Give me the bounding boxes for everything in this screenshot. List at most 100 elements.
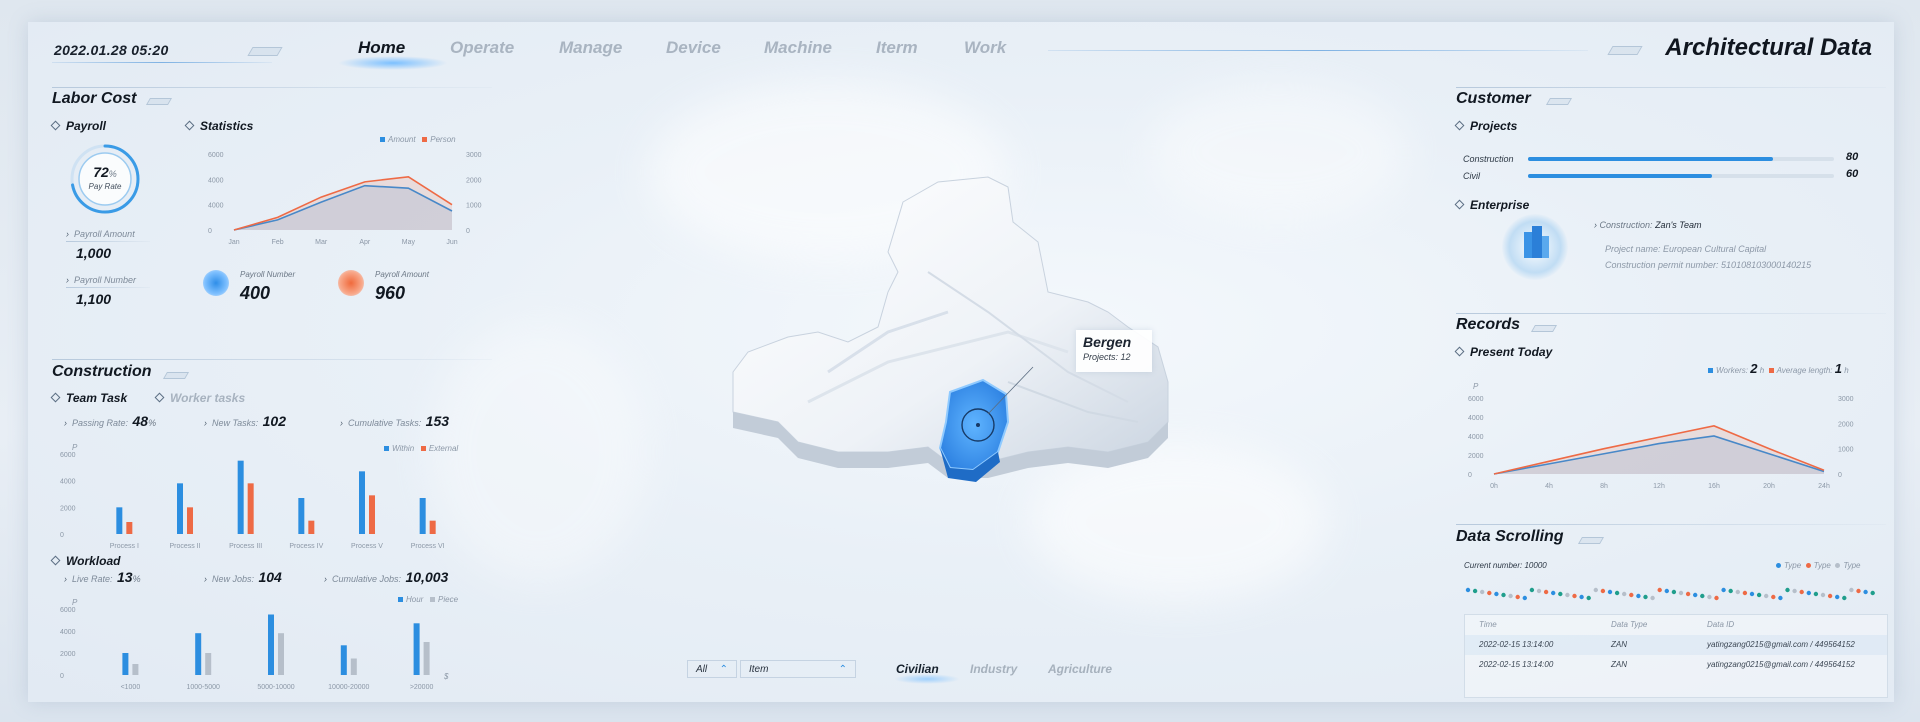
x-tick-label: Process VI xyxy=(411,543,445,550)
bar xyxy=(278,633,284,675)
bar xyxy=(423,642,430,675)
x-tick-label: 10000-20000 xyxy=(328,684,369,691)
data-dot xyxy=(1735,589,1740,595)
nav-iterm[interactable]: Iterm xyxy=(876,38,918,58)
projects-label: Projects xyxy=(1456,119,1517,133)
bar xyxy=(298,498,305,534)
y-tick-label: 3000 xyxy=(1838,396,1854,403)
legend-amount: Amount xyxy=(388,135,416,144)
data-dot xyxy=(1813,591,1819,597)
x-tick-label: Process I xyxy=(110,543,139,550)
x-tick-label: 5000-10000 xyxy=(257,684,294,691)
tab-civilian[interactable]: Civilian xyxy=(896,662,939,676)
statistics-label: Statistics xyxy=(186,119,253,133)
y-tick-label: 0 xyxy=(60,673,64,680)
data-dot xyxy=(1849,587,1854,593)
data-dot xyxy=(1487,590,1492,596)
cumulative-jobs-stat: Cumulative Jobs: 10,003 xyxy=(324,569,448,587)
data-dot xyxy=(1863,589,1868,595)
nav-home[interactable]: Home xyxy=(358,38,405,58)
data-dot xyxy=(1501,592,1506,598)
y-tick-label: 0 xyxy=(466,228,470,235)
payroll-amount-value: 1,000 xyxy=(76,245,112,261)
x-tick-label: 16h xyxy=(1708,483,1720,490)
nav-machine[interactable]: Machine xyxy=(764,38,832,58)
data-dot xyxy=(1643,594,1648,600)
data-dot xyxy=(1536,588,1542,594)
select-all[interactable]: All ⌃ xyxy=(687,660,737,678)
payroll-number-icon xyxy=(203,270,229,296)
x-tick-label: 12h xyxy=(1653,483,1665,490)
x-tick-label: 1000-5000 xyxy=(186,684,220,691)
live-rate-stat: Live Rate: 13% xyxy=(64,569,141,587)
terrain-map[interactable] xyxy=(688,152,1288,552)
labor-cost-title: Labor Cost xyxy=(52,90,137,107)
kpi1-label: Payroll Number xyxy=(240,270,296,279)
data-dot xyxy=(1586,595,1591,601)
bar xyxy=(350,658,357,675)
tab-industry[interactable]: Industry xyxy=(970,662,1017,676)
series-area xyxy=(234,176,452,230)
table-row[interactable]: 2022-02-15 13:14:00 ZAN yatingzang0215@g… xyxy=(1465,635,1887,655)
data-dot xyxy=(1636,593,1641,599)
y-tick-label: 2000 xyxy=(466,177,482,184)
bar xyxy=(308,520,315,534)
nav-work[interactable]: Work xyxy=(964,38,1006,58)
payroll-amount-underline xyxy=(66,241,150,242)
data-scrolling-chevron xyxy=(1577,537,1605,544)
payroll-amount-label: Payroll Amount xyxy=(66,229,135,239)
bar xyxy=(247,483,254,534)
enterprise-project-name: Project name: European Cultural Capital xyxy=(1605,244,1767,254)
bar xyxy=(413,623,420,675)
tooltip-projects: Projects: 12 xyxy=(1083,352,1131,362)
nav-active-glow xyxy=(338,56,448,70)
y-tick-label: 2000 xyxy=(60,505,76,512)
tab-worker-tasks[interactable]: Worker tasks xyxy=(156,391,245,405)
project-civil-label: Civil xyxy=(1463,171,1480,181)
data-dot xyxy=(1714,595,1719,601)
data-dot xyxy=(1465,587,1471,593)
table-header: Time Data Type Data ID xyxy=(1479,620,1735,629)
workload-legend: Hour Piece xyxy=(398,595,458,604)
tab-team-task[interactable]: Team Task xyxy=(52,391,127,405)
select-item[interactable]: Item ⌃ xyxy=(740,660,856,678)
tab-agriculture[interactable]: Agriculture xyxy=(1048,662,1112,676)
bar xyxy=(237,460,244,534)
x-tick-label: Jan xyxy=(228,239,239,246)
data-dot xyxy=(1515,594,1520,600)
y-tick-label: 1000 xyxy=(1838,447,1854,454)
y-tick-label: 6000 xyxy=(60,452,76,459)
data-dot xyxy=(1650,595,1655,601)
y-tick-label: 1000 xyxy=(466,203,482,210)
data-dot xyxy=(1835,594,1840,600)
bar xyxy=(195,633,202,675)
records-title: Records xyxy=(1456,316,1521,333)
nav-device[interactable]: Device xyxy=(666,38,721,58)
y-tick-label: 2000 xyxy=(1468,453,1484,460)
y-tick-label: 2000 xyxy=(1838,421,1854,428)
legend-piece: Piece xyxy=(438,595,459,604)
data-dot xyxy=(1671,589,1677,595)
data-dot xyxy=(1721,587,1726,593)
new-jobs-stat: New Jobs: 104 xyxy=(204,569,282,587)
y-tick-label: 4000 xyxy=(1468,434,1484,441)
data-dot xyxy=(1529,587,1535,593)
x-tick-label: >20000 xyxy=(410,684,434,691)
legend-hour: Hour xyxy=(406,595,424,604)
x-tick-label: Jun xyxy=(446,239,457,246)
data-scrolling-divider xyxy=(1456,524,1886,525)
data-dot xyxy=(1622,591,1627,597)
bar xyxy=(340,645,347,675)
data-dot xyxy=(1629,592,1634,598)
table-row[interactable]: 2022-02-15 13:14:00 ZAN yatingzang0215@g… xyxy=(1465,655,1887,675)
pay-rate-label: Pay Rate xyxy=(88,182,122,191)
x-tick-label: 0h xyxy=(1490,483,1498,490)
payroll-label: Payroll xyxy=(52,119,106,133)
nav-operate[interactable]: Operate xyxy=(450,38,514,58)
bar xyxy=(116,507,123,534)
nav-manage[interactable]: Manage xyxy=(559,38,622,58)
legend-person: Person xyxy=(430,135,456,144)
y-tick-label: 4000 xyxy=(60,629,76,636)
bar xyxy=(132,664,139,675)
bar xyxy=(187,507,193,534)
